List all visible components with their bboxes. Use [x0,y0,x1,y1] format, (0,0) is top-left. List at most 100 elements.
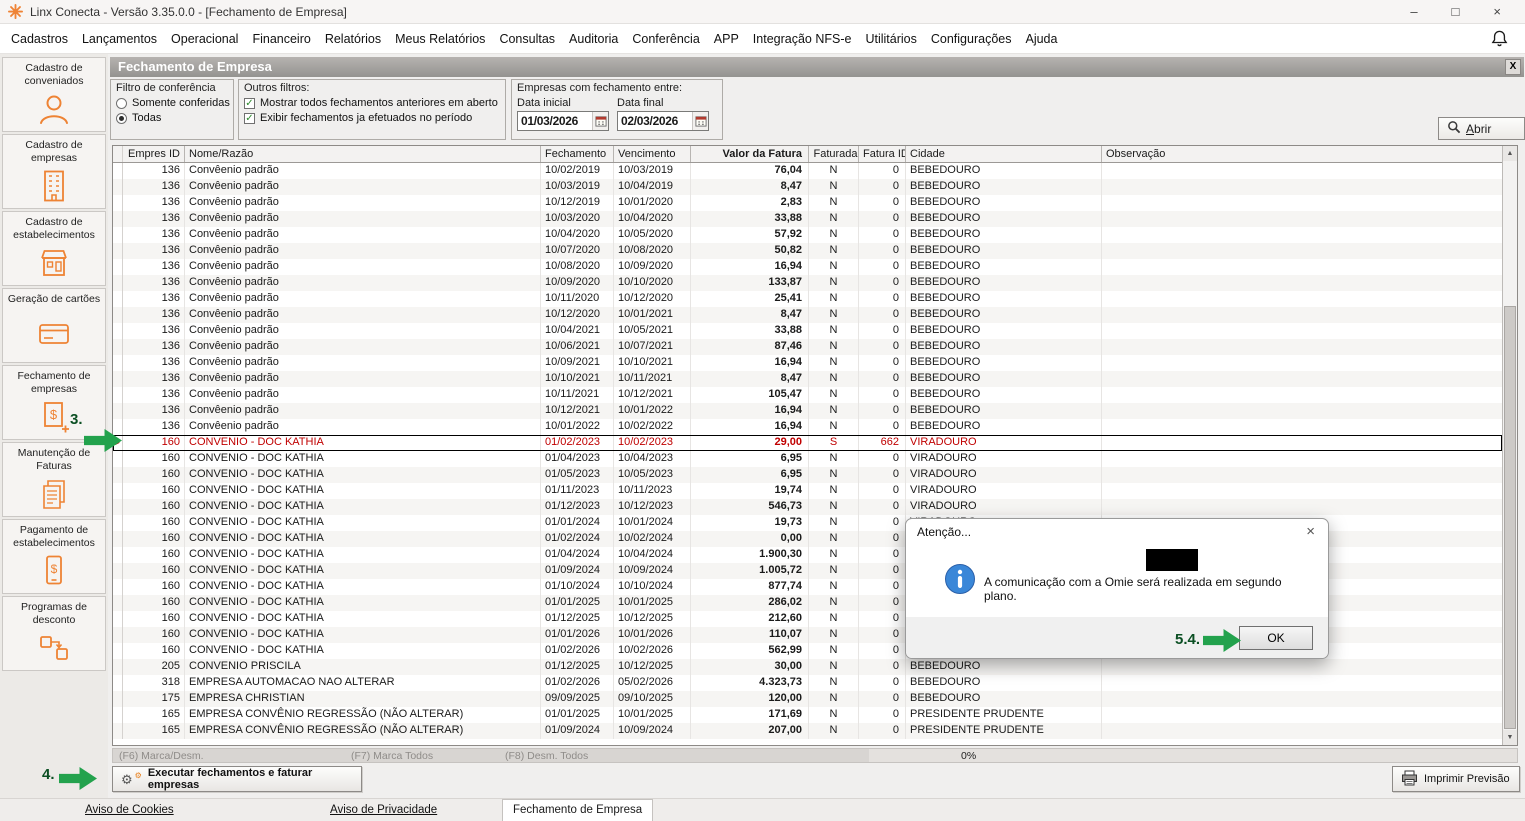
table-row[interactable]: 136Convêenio padrão10/08/202010/09/20201… [113,259,1502,275]
checkbox-icon[interactable]: ✓ [244,113,255,124]
abrir-button[interactable]: Abrir [1438,117,1525,140]
checkbox-option-exibir-fechamentos-ja-efetuados-no-periodo[interactable]: ✓Exibir fechamentos ja efetuados no perí… [244,112,500,124]
menu-item-consultas[interactable]: Consultas [492,32,562,46]
privacy-link[interactable]: Aviso de Privacidade [330,804,437,816]
table-row[interactable]: 136Convêenio padrão10/10/202110/11/20218… [113,371,1502,387]
panel-close-button[interactable]: X [1505,59,1521,75]
table-row[interactable]: 136Convêenio padrão10/07/202010/08/20205… [113,243,1502,259]
ok-button[interactable]: OK [1239,626,1313,650]
table-row[interactable]: 136Convêenio padrão10/12/201910/01/20202… [113,195,1502,211]
menu-item-integracao-nfs-e[interactable]: Integração NFS-e [746,32,859,46]
sidebar-item-pagamento-de-estabelecimentos[interactable]: Pagamento de estabelecimentos$ [2,519,106,594]
column-header-empres-id[interactable]: Empres ID [123,146,185,162]
table-row[interactable]: 136Convêenio padrão10/02/201910/03/20197… [113,163,1502,179]
dialog-close-icon[interactable]: × [1306,523,1315,540]
table-row[interactable]: 165EMPRESA CONVÊNIO REGRESSÃO (NÃO ALTER… [113,723,1502,739]
menu-item-financeiro[interactable]: Financeiro [245,32,317,46]
table-row[interactable]: 136Convêenio padrão10/03/201910/04/20198… [113,179,1502,195]
table-row[interactable]: 160CONVENIO - DOC KATHIA01/12/202310/12/… [113,499,1502,515]
column-header-vencimento[interactable]: Vencimento [614,146,691,162]
table-row[interactable]: 165EMPRESA CONVÊNIO REGRESSÃO (NÃO ALTER… [113,707,1502,723]
vertical-scrollbar[interactable]: ▲ ▼ [1502,146,1517,745]
cell: VIRADOURO [906,483,1102,499]
menu-item-cadastros[interactable]: Cadastros [4,32,75,46]
cell: 25,41 [691,291,809,307]
menu-item-app[interactable]: APP [707,32,746,46]
table-row[interactable]: 160CONVENIO - DOC KATHIA01/11/202310/11/… [113,483,1502,499]
sidebar-item-geracao-de-cartoes[interactable]: Geração de cartões [2,288,106,363]
table-row[interactable]: 136Convêenio padrão10/09/202110/10/20211… [113,355,1502,371]
cell: 10/01/2025 [614,595,691,611]
table-row[interactable]: 136Convêenio padrão10/12/202110/01/20221… [113,403,1502,419]
cell: 0 [859,259,906,275]
print-preview-button[interactable]: Imprimir Previsão [1392,766,1520,792]
table-row[interactable]: 205CONVENIO PRISCILA01/12/202510/12/2025… [113,659,1502,675]
scroll-up-icon[interactable]: ▲ [1503,146,1517,161]
column-header-faturada[interactable]: Faturada [809,146,859,162]
execute-closings-button[interactable]: ⚙⚙ Executar fechamentos e faturar empres… [112,766,362,792]
minimize-button[interactable]: – [1410,2,1417,22]
date-initial-input[interactable]: 01/03/2026 [517,111,609,131]
menu-item-meus-relatorios[interactable]: Meus Relatórios [388,32,492,46]
table-row[interactable]: 136Convêenio padrão10/12/202010/01/20218… [113,307,1502,323]
panel-header: Fechamento de Empresa X [110,57,1524,77]
menu-item-configuracoes[interactable]: Configurações [924,32,1019,46]
sidebar-item-cadastro-de-estabelecimentos[interactable]: Cadastro de estabelecimentos [2,211,106,286]
date-final-input[interactable]: 02/03/2026 [617,111,709,131]
close-button[interactable]: × [1493,2,1501,22]
table-row[interactable]: 136Convêenio padrão10/03/202010/04/20203… [113,211,1502,227]
table-row[interactable]: 136Convêenio padrão10/04/202110/05/20213… [113,323,1502,339]
sidebar-item-fechamento-de-empresas[interactable]: Fechamento de empresas$ [2,365,106,440]
table-row[interactable]: 136Convêenio padrão10/01/202210/02/20221… [113,419,1502,435]
checkbox-option-mostrar-todos-fechamentos-anteriores-em-aberto[interactable]: ✓Mostrar todos fechamentos anteriores em… [244,97,500,109]
column-header-observacao[interactable]: Observação [1102,146,1502,162]
menu-item-auditoria[interactable]: Auditoria [562,32,625,46]
table-row[interactable]: 136Convêenio padrão10/09/202010/10/20201… [113,275,1502,291]
column-header-fatura-id[interactable]: Fatura ID [859,146,906,162]
cookies-link[interactable]: Aviso de Cookies [85,804,174,816]
table-row[interactable]: 136Convêenio padrão10/06/202110/07/20218… [113,339,1502,355]
tab-fechamento-de-empresa[interactable]: Fechamento de Empresa [502,799,653,821]
content: Cadastro de conveniadosCadastro de empre… [0,54,1525,798]
row-indicator [113,611,123,627]
menu-item-ajuda[interactable]: Ajuda [1018,32,1064,46]
sidebar-item-programas-de-desconto[interactable]: Programas de desconto [2,596,106,671]
bell-icon[interactable] [1490,29,1509,51]
cell: VIRADOURO [906,499,1102,515]
table-row[interactable]: 136Convêenio padrão10/04/202010/05/20205… [113,227,1502,243]
table-row[interactable]: 136Convêenio padrão10/11/202110/12/20211… [113,387,1502,403]
table-row[interactable]: 160CONVENIO - DOC KATHIA01/05/202310/05/… [113,467,1502,483]
column-header-fechamento[interactable]: Fechamento [541,146,614,162]
column-header-cidade[interactable]: Cidade [906,146,1102,162]
cell [1102,195,1502,211]
menu-item-relatorios[interactable]: Relatórios [318,32,388,46]
sidebar-item-cadastro-de-empresas[interactable]: Cadastro de empresas [2,134,106,209]
table-row[interactable]: 136Convêenio padrão10/11/202010/12/20202… [113,291,1502,307]
menu-item-lancamentos[interactable]: Lançamentos [75,32,164,46]
scrollbar-thumb[interactable] [1504,306,1516,729]
column-header-valor-da-fatura[interactable]: Valor da Fatura [691,146,809,162]
cell: BEBEDOURO [906,227,1102,243]
column-header-nome-razao[interactable]: Nome/Razão [185,146,541,162]
radio-option-todas[interactable]: Todas [116,112,228,124]
cell: 8,47 [691,179,809,195]
scroll-down-icon[interactable]: ▼ [1503,730,1517,745]
table-row[interactable]: ►160CONVENIO - DOC KATHIA01/02/202310/02… [113,435,1502,451]
calendar-icon[interactable] [692,112,708,130]
radio-icon[interactable] [116,98,127,109]
menu-item-conferencia[interactable]: Conferência [625,32,706,46]
radio-icon[interactable] [116,113,127,124]
row-indicator [113,355,123,371]
menu-item-operacional[interactable]: Operacional [164,32,245,46]
maximize-button[interactable]: □ [1452,2,1460,22]
dialog-title: Atenção... [917,525,971,539]
radio-option-somente-conferidas[interactable]: Somente conferidas [116,97,228,109]
sidebar-item-manutencao-de-faturas[interactable]: Manutenção de Faturas [2,442,106,517]
checkbox-icon[interactable]: ✓ [244,98,255,109]
menu-item-utilitarios[interactable]: Utilitários [858,32,923,46]
table-row[interactable]: 318EMPRESA AUTOMACAO NAO ALTERAR01/02/20… [113,675,1502,691]
table-row[interactable]: 160CONVENIO - DOC KATHIA01/04/202310/04/… [113,451,1502,467]
sidebar-item-cadastro-de-conveniados[interactable]: Cadastro de conveniados [2,57,106,132]
table-row[interactable]: 175EMPRESA CHRISTIAN09/09/202509/10/2025… [113,691,1502,707]
calendar-icon[interactable] [592,112,608,130]
